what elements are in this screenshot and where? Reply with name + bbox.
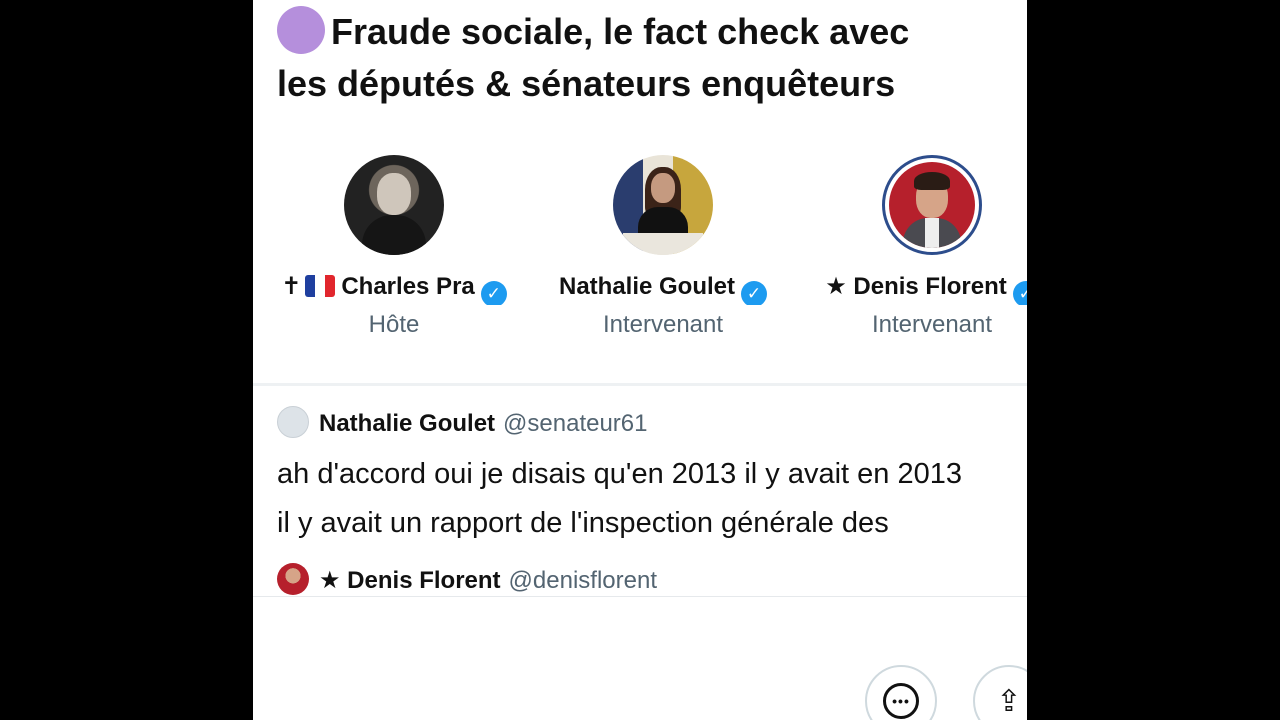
- avatar[interactable]: [613, 155, 713, 255]
- speaker-host[interactable]: ✝ Charles Pra ✓ Hôte: [269, 155, 519, 339]
- avatar[interactable]: [344, 155, 444, 255]
- purple-circle-icon: [277, 6, 325, 54]
- space-panel: Fraude sociale, le fact check avec les d…: [253, 0, 1027, 720]
- title-line-1: Fraude sociale, le fact check avec: [331, 11, 910, 52]
- speaker-name: ✝ Charles Pra ✓: [269, 269, 519, 305]
- avatar[interactable]: [882, 155, 982, 255]
- share-icon: ⇪: [996, 684, 1022, 718]
- cross-icon: ✝: [281, 273, 302, 300]
- speaker-nathalie[interactable]: Nathalie Goulet ✓ Intervenant: [538, 155, 788, 339]
- avatar: [277, 406, 309, 438]
- avatar: [277, 563, 309, 595]
- caption-text: ah d'accord oui je disais qu'en 2013 il …: [277, 458, 962, 539]
- more-button[interactable]: •••: [865, 665, 937, 720]
- share-button[interactable]: ⇪: [973, 665, 1027, 720]
- speaker-name: Nathalie Goulet ✓: [538, 269, 788, 305]
- speaker-role: Intervenant: [871, 311, 993, 338]
- france-flag-icon: [305, 275, 336, 297]
- verified-badge-icon: ✓: [1012, 281, 1027, 305]
- caption-speaker: ★ Denis Florent @denisflorent: [277, 563, 657, 595]
- speaker-role: Intervenant: [602, 311, 724, 338]
- caption-speaker: Nathalie Goulet @senateur61: [277, 406, 648, 438]
- title-line-2: les députés & sénateurs enquêteurs: [277, 63, 896, 104]
- space-title: Fraude sociale, le fact check avec les d…: [277, 6, 1027, 110]
- star-icon: ★: [825, 273, 847, 300]
- speaker-role: Hôte: [368, 311, 420, 338]
- verified-badge-icon: ✓: [741, 281, 768, 305]
- divider: [253, 383, 1027, 386]
- bottom-bar: ••• ⇪: [253, 596, 1027, 720]
- speaker-denis[interactable]: ★ Denis Florent ✓ Intervenant: [807, 155, 1027, 339]
- more-icon: •••: [883, 683, 919, 719]
- verified-badge-icon: ✓: [480, 281, 507, 305]
- speaker-name: ★ Denis Florent ✓: [807, 269, 1027, 305]
